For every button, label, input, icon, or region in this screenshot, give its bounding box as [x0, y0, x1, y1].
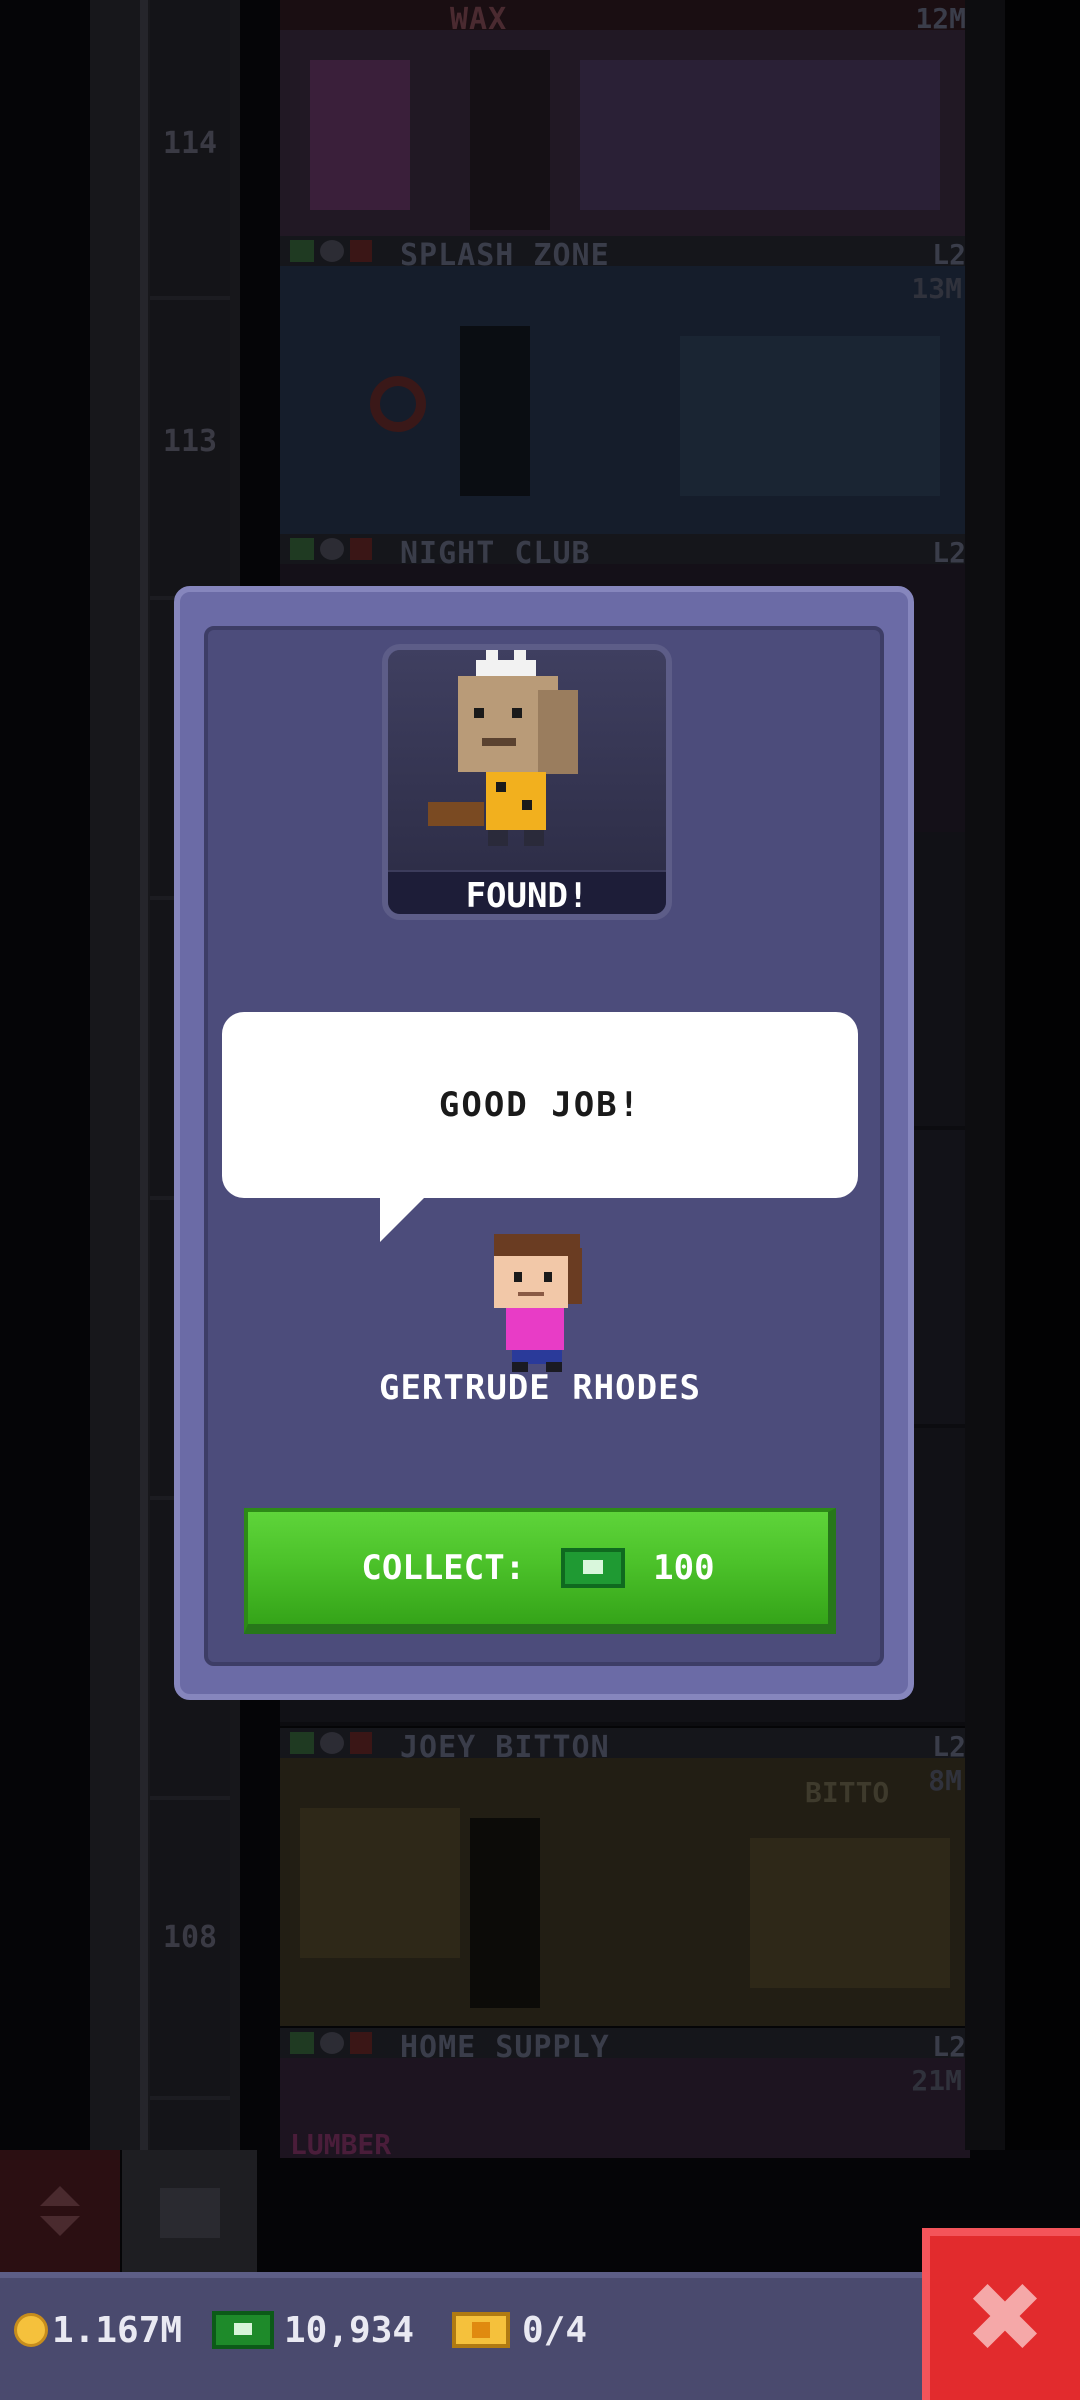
sky: [1005, 0, 1080, 2150]
bux-counter[interactable]: 10,934: [212, 2300, 414, 2360]
floor-number-114: 114: [162, 126, 218, 161]
stock-icon: [350, 538, 372, 560]
tower-right-wall: [965, 0, 1005, 2150]
npc-avatar: [490, 1234, 590, 1374]
ticket-icon: [452, 2312, 510, 2348]
floor-home-supply[interactable]: HOME SUPPLY L2 LUMBER 21M: [280, 2028, 970, 2161]
check-icon: [290, 1732, 314, 1754]
floor-earnings: 13M: [911, 272, 962, 305]
elevator-rail: [140, 0, 148, 2150]
floor-earnings: 21M: [911, 2064, 962, 2097]
coin-icon: [14, 2313, 48, 2347]
elevator-button[interactable]: [0, 2150, 120, 2275]
bux-value: 10,934: [284, 2309, 415, 2351]
clock-icon: [320, 538, 344, 560]
cash-icon: [561, 1548, 626, 1588]
collect-label: COLLECT:: [361, 1548, 526, 1588]
store-sign: LUMBER: [290, 2128, 392, 2161]
floor-earnings: 8M: [928, 1764, 962, 1797]
close-icon: ✖: [964, 2262, 1046, 2374]
clock-icon: [320, 1732, 344, 1754]
floor-splash-zone[interactable]: SPLASH ZONE L2 13M: [280, 236, 970, 534]
found-bitizen-card: FOUND!: [382, 644, 672, 920]
clock-icon: [320, 240, 344, 262]
stock-icon: [350, 2032, 372, 2054]
tickets-counter[interactable]: 0/4: [452, 2300, 587, 2360]
elevator-icon: [40, 2186, 80, 2206]
store-sign: BITTO: [805, 1776, 890, 1809]
check-icon: [290, 2032, 314, 2054]
resource-bar: 1.167M 10,934 0/4: [0, 2272, 1080, 2400]
floor-wax[interactable]: WAX 12M: [280, 0, 970, 298]
floor-number-113: 113: [162, 424, 218, 459]
found-label: FOUND!: [388, 872, 666, 914]
floor-number-108: 108: [162, 1920, 218, 1955]
check-icon: [290, 538, 314, 560]
tickets-value: 0/4: [522, 2309, 588, 2351]
npc-name: GERTRUDE RHODES: [378, 1368, 702, 1408]
check-icon: [290, 240, 314, 262]
collect-amount: 100: [653, 1548, 715, 1588]
speech-bubble-tail: [380, 1196, 426, 1242]
coins-counter[interactable]: 1.167M: [14, 2300, 182, 2360]
clock-icon: [320, 2032, 344, 2054]
speech-bubble: GOOD JOB!: [222, 1012, 858, 1198]
coins-value: 1.167M: [52, 2309, 183, 2351]
stock-icon: [350, 240, 372, 262]
speech-text: GOOD JOB!: [438, 1085, 642, 1125]
collect-button[interactable]: COLLECT: 100: [244, 1508, 836, 1634]
build-icon: [160, 2188, 220, 2238]
menu-button[interactable]: [122, 2150, 257, 2275]
stock-icon: [350, 1732, 372, 1754]
cash-icon: [212, 2311, 274, 2349]
floor-joey-bitton[interactable]: JOEY BITTON L2 BITTO 8M: [280, 1728, 970, 2026]
close-button[interactable]: ✖: [922, 2228, 1080, 2400]
